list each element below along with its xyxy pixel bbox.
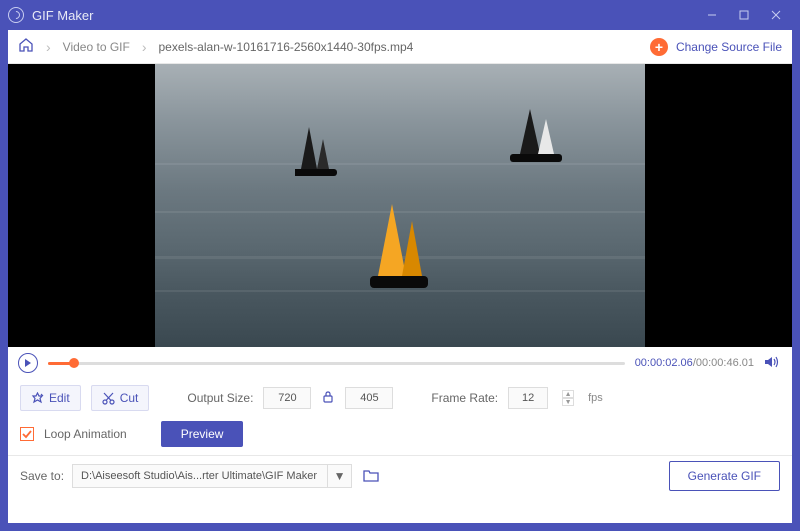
controls-row-2: Loop Animation Preview xyxy=(20,421,780,447)
seek-thumb[interactable] xyxy=(69,358,79,368)
controls-panel: Edit Cut Output Size: 720 405 Frame Rate… xyxy=(8,379,792,456)
cut-button[interactable]: Cut xyxy=(91,385,150,411)
spinner-up[interactable]: ▲ xyxy=(562,390,574,398)
time-display: 00:00:02.06/00:00:46.01 xyxy=(635,357,754,369)
frame-rate-spinner: ▲ ▼ xyxy=(562,390,574,406)
seek-slider[interactable] xyxy=(48,362,625,365)
minimize-button[interactable] xyxy=(696,0,728,30)
video-frame xyxy=(155,64,645,347)
width-input[interactable]: 720 xyxy=(263,387,311,409)
spinner-down[interactable]: ▼ xyxy=(562,398,574,406)
change-source-label: Change Source File xyxy=(676,40,782,54)
cut-label: Cut xyxy=(120,391,139,405)
current-time: 00:00:02.06 xyxy=(635,357,693,369)
app-title: GIF Maker xyxy=(32,8,93,23)
play-button[interactable] xyxy=(18,353,38,373)
video-preview[interactable] xyxy=(8,64,792,347)
window-controls xyxy=(696,0,792,30)
edit-label: Edit xyxy=(49,391,70,405)
total-time: 00:00:46.01 xyxy=(696,357,754,369)
edit-button[interactable]: Edit xyxy=(20,385,81,411)
frame-rate-label: Frame Rate: xyxy=(431,391,498,405)
content-area: › Video to GIF › pexels-alan-w-10161716-… xyxy=(8,30,792,523)
footer-bar: Save to: D:\Aiseesoft Studio\Ais...rter … xyxy=(8,456,792,496)
chevron-down-icon[interactable]: ▼ xyxy=(327,465,351,487)
maximize-button[interactable] xyxy=(728,0,760,30)
playback-bar: 00:00:02.06/00:00:46.01 xyxy=(8,347,792,379)
app-icon xyxy=(8,7,24,23)
preview-button[interactable]: Preview xyxy=(161,421,244,447)
breadcrumb-video-to-gif[interactable]: Video to GIF xyxy=(63,40,130,54)
save-path-dropdown[interactable]: D:\Aiseesoft Studio\Ais...rter Ultimate\… xyxy=(72,464,352,488)
breadcrumb-toolbar: › Video to GIF › pexels-alan-w-10161716-… xyxy=(8,30,792,64)
breadcrumb-separator: › xyxy=(142,39,147,55)
controls-row-1: Edit Cut Output Size: 720 405 Frame Rate… xyxy=(20,385,780,411)
save-to-label: Save to: xyxy=(20,469,64,483)
breadcrumb-filename: pexels-alan-w-10161716-2560x1440-30fps.m… xyxy=(159,40,414,54)
breadcrumb-separator: › xyxy=(46,39,51,55)
title-bar: GIF Maker xyxy=(0,0,800,30)
frame-rate-input[interactable]: 12 xyxy=(508,387,548,409)
fps-label: fps xyxy=(588,392,603,404)
change-source-button[interactable]: + Change Source File xyxy=(650,38,782,56)
open-folder-button[interactable] xyxy=(360,465,382,487)
loop-label[interactable]: Loop Animation xyxy=(44,427,127,441)
plus-icon: + xyxy=(650,38,668,56)
close-button[interactable] xyxy=(760,0,792,30)
generate-gif-button[interactable]: Generate GIF xyxy=(669,461,780,491)
home-icon[interactable] xyxy=(18,37,34,56)
height-input[interactable]: 405 xyxy=(345,387,393,409)
volume-icon[interactable] xyxy=(764,355,780,372)
loop-checkbox[interactable] xyxy=(20,427,34,441)
output-size-label: Output Size: xyxy=(187,391,253,405)
save-path-text: D:\Aiseesoft Studio\Ais...rter Ultimate\… xyxy=(73,470,327,482)
lock-icon[interactable] xyxy=(321,391,335,406)
